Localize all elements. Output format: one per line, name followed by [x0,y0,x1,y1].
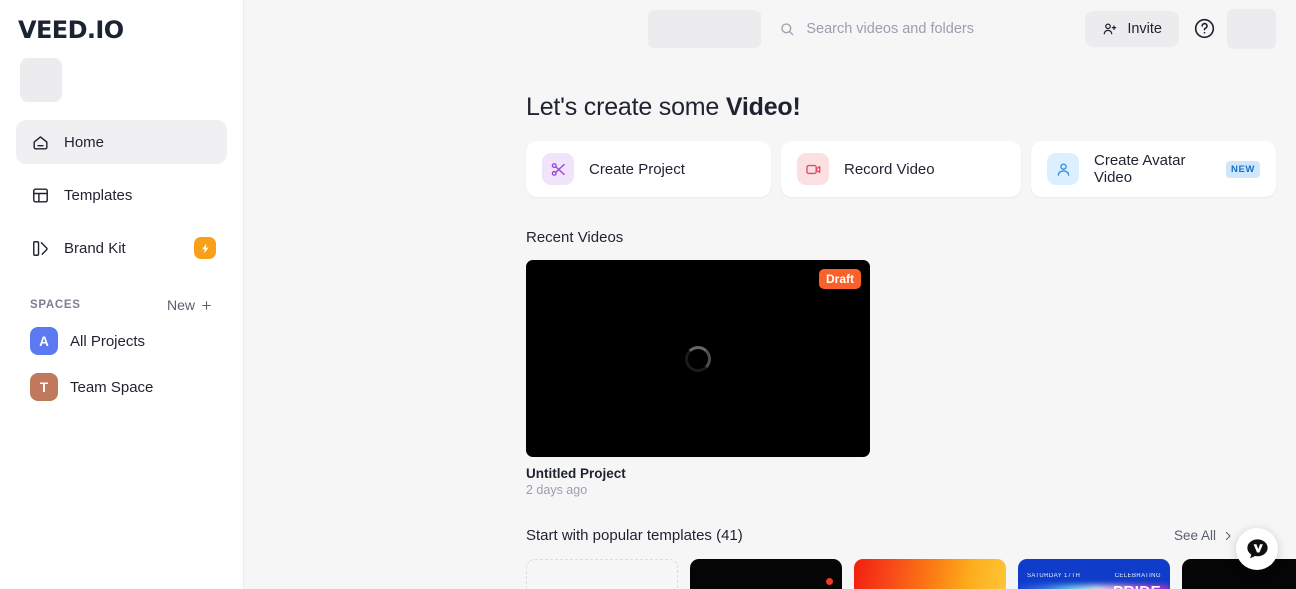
create-project-button[interactable]: Create Project [526,141,771,197]
template-card-black-glow[interactable] [1182,559,1296,589]
plus-icon [202,300,211,310]
bolt-icon[interactable] [194,237,216,259]
topbar-skeleton-avatar [1227,8,1276,49]
video-thumbnail[interactable]: Draft [526,260,870,457]
new-space-button[interactable]: New [167,297,213,313]
invite-label: Invite [1127,20,1162,37]
templates-row: Where will you be... #pridemonth SATURDA… [526,559,1296,589]
space-label: Team Space [70,378,154,396]
sidebar-item-brand-kit[interactable]: Brand Kit [16,226,227,270]
sidebar: VEED.IO Home Templates Brand Kit SPACES … [0,0,244,589]
template-card-pride-gradient[interactable]: #pridemonth [854,559,1006,589]
status-badge: Draft [818,269,861,289]
search-icon [781,22,794,35]
main-content: Let's create some Video! Create Project [244,93,1296,589]
video-title: Untitled Project [526,466,626,481]
sidebar-space-team-space[interactable]: T Team Space [16,367,227,407]
see-all-button[interactable]: See All [1174,528,1234,543]
template-card-blank[interactable] [526,559,678,589]
page-title: Let's create some Video! [526,93,1296,122]
topbar: Search videos and folders Invite [244,0,1296,57]
spaces-title: SPACES [30,299,81,311]
sidebar-item-label: Brand Kit [64,239,126,257]
veed-chat-icon [1246,538,1268,558]
chevron-right-icon [1225,531,1231,540]
template-card-dark-dots[interactable]: Where will you be... [690,559,842,589]
search-placeholder: Search videos and folders [806,20,974,37]
home-icon [30,132,50,152]
sidebar-item-label: Templates [64,186,133,204]
template-card-pride-blue[interactable]: SATURDAY 17TH CELEBRATING PRIDE [1018,559,1170,589]
question-mark-circle-icon [1194,18,1215,39]
person-icon [1047,153,1079,185]
recent-video-card[interactable]: Draft Untitled Project 2 days ago [526,260,870,497]
main-area: Search videos and folders Invite Let's c… [244,0,1296,589]
topbar-skeleton-left [648,9,762,48]
loading-spinner-icon [685,345,711,372]
avatar: T [30,373,58,401]
template-caption: PRIDE [1113,583,1161,589]
sidebar-space-all-projects[interactable]: A All Projects [16,321,227,361]
quick-actions: Create Project Record Video Create Avata… [526,141,1296,197]
record-video-button[interactable]: Record Video [781,141,1021,197]
template-small-left: SATURDAY 17TH [1027,573,1081,579]
avatar: A [30,327,58,355]
templates-heading: Start with popular templates (41) [526,527,743,544]
page-title-bold: Video! [725,93,801,121]
page-title-plain: Let's create some [526,93,726,121]
help-button[interactable] [1193,17,1216,40]
templates-header: Start with popular templates (41) See Al… [526,527,1296,544]
app-root: VEED.IO Home Templates Brand Kit SPACES … [0,0,1296,589]
sidebar-item-home[interactable]: Home [16,120,227,164]
new-space-label: New [166,297,195,313]
spaces-header: SPACES New [16,279,227,321]
action-label: Record Video [844,160,935,178]
veed-logo[interactable]: VEED.IO [16,0,227,42]
see-all-label: See All [1173,528,1216,543]
space-label: All Projects [70,332,146,350]
recent-videos-heading: Recent Videos [526,229,624,246]
action-label: Create Project [589,160,685,178]
sidebar-skeleton-placeholder [20,58,62,102]
invite-button[interactable]: Invite [1085,10,1179,47]
veed-chat-button[interactable] [1236,528,1278,570]
add-person-icon [1103,22,1117,34]
status-badge: NEW [1226,160,1260,178]
video-timestamp: 2 days ago [526,483,588,497]
templates-icon [30,185,50,205]
template-small-right: CELEBRATING [1114,573,1161,579]
search-input[interactable]: Search videos and folders [779,21,1069,37]
sidebar-item-templates[interactable]: Templates [16,173,227,217]
video-camera-icon [797,153,829,185]
create-avatar-video-button[interactable]: Create Avatar Video NEW [1031,141,1276,197]
action-label: Create Avatar Video [1094,152,1186,186]
sidebar-item-label: Home [64,133,105,151]
brand-kit-icon [30,238,50,258]
scissors-icon [542,153,574,185]
